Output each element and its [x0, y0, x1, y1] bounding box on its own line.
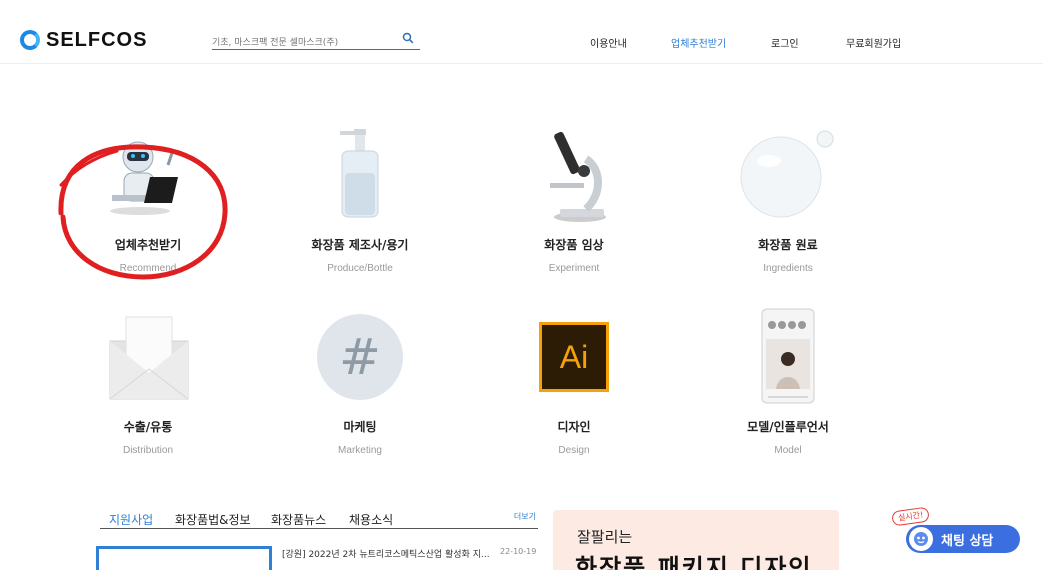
water-bubble-icon: [733, 120, 843, 230]
banner-line1: 잘팔리는: [577, 528, 633, 546]
chat-label: 채팅 상담: [941, 533, 994, 549]
service-subtitle: Design: [558, 445, 590, 456]
nav-recommend[interactable]: 업체추천받기: [671, 35, 726, 50]
service-distribution[interactable]: 수출/유통 Distribution: [68, 302, 228, 456]
chat-realtime-badge: 실시간!: [891, 506, 931, 527]
service-subtitle: Distribution: [122, 445, 174, 456]
service-marketing[interactable]: # 마케팅 Marketing: [280, 302, 440, 456]
microscope-icon: [519, 120, 629, 230]
service-subtitle: Experiment: [548, 263, 600, 274]
service-title: 마케팅: [343, 420, 377, 434]
more-link[interactable]: 더보기: [514, 511, 536, 522]
news-item-title[interactable]: [강원] 2022년 2차 뉴트리코스메틱스산업 활성화 지...: [282, 547, 490, 560]
nav-guide[interactable]: 이용안내: [590, 35, 627, 50]
service-title: 업체추천받기: [114, 238, 182, 252]
site-header: SELFCOS 이용안내 업체추천받기 로그인 무료회원가입: [0, 0, 1043, 64]
news-thumbnail[interactable]: [96, 546, 272, 570]
promo-banner[interactable]: 잘팔리는 화장품 패키지 디자인: [553, 510, 839, 570]
chat-bot-icon: [909, 527, 933, 551]
service-subtitle: Recommend: [119, 263, 177, 274]
search-icon[interactable]: [402, 32, 414, 44]
service-title: 화장품 원료: [758, 238, 818, 252]
nav-login[interactable]: 로그인: [771, 35, 799, 50]
logo-ring-icon: [20, 30, 40, 50]
service-subtitle: Model: [774, 445, 802, 456]
service-title: 화장품 제조사/용기: [311, 238, 409, 252]
logo[interactable]: SELFCOS: [20, 28, 147, 52]
service-recommend[interactable]: 업체추천받기 Recommend: [68, 120, 228, 274]
chat-button[interactable]: 채팅 상담: [906, 525, 1020, 553]
tab-cosmetic-news[interactable]: 화장품뉴스: [271, 511, 326, 528]
tab-law-info[interactable]: 화장품법&정보: [175, 511, 251, 528]
illustrator-glyph: Ai: [559, 338, 589, 375]
banner-line2: 화장품 패키지 디자인: [575, 554, 813, 570]
service-subtitle: Ingredients: [763, 263, 813, 274]
service-produce[interactable]: 화장품 제조사/용기 Produce/Bottle: [280, 120, 440, 274]
search-bar: [212, 30, 420, 52]
nav-signup[interactable]: 무료회원가입: [846, 35, 901, 50]
search-input[interactable]: [212, 34, 392, 52]
service-ingredients[interactable]: 화장품 원료 Ingredients: [708, 120, 868, 274]
phone-model-icon: [733, 302, 843, 412]
logo-text: SELFCOS: [46, 28, 148, 51]
service-title: 화장품 임상: [544, 238, 604, 252]
tab-support[interactable]: 지원사업: [109, 511, 153, 528]
service-title: 모델/인플루언서: [747, 420, 829, 434]
news-item-date: 22-10-19: [500, 547, 537, 556]
hashtag-glyph: #: [339, 328, 381, 386]
robot-laptop-icon: [93, 120, 203, 230]
pump-bottle-icon: [305, 120, 415, 230]
service-title: 수출/유통: [123, 420, 173, 434]
service-experiment[interactable]: 화장품 임상 Experiment: [494, 120, 654, 274]
hashtag-icon: #: [305, 302, 415, 412]
tab-recruit[interactable]: 채용소식: [349, 511, 393, 528]
service-subtitle: Produce/Bottle: [327, 263, 393, 274]
news-tabs: 지원사업 화장품법&정보 화장품뉴스 채용소식 더보기: [100, 511, 538, 529]
service-design[interactable]: Ai 디자인 Design: [494, 302, 654, 456]
service-subtitle: Marketing: [338, 445, 382, 456]
envelope-icon: [93, 302, 203, 412]
service-title: 디자인: [557, 420, 591, 434]
service-model[interactable]: 모델/인플루언서 Model: [708, 302, 868, 456]
illustrator-icon: Ai: [519, 302, 629, 412]
